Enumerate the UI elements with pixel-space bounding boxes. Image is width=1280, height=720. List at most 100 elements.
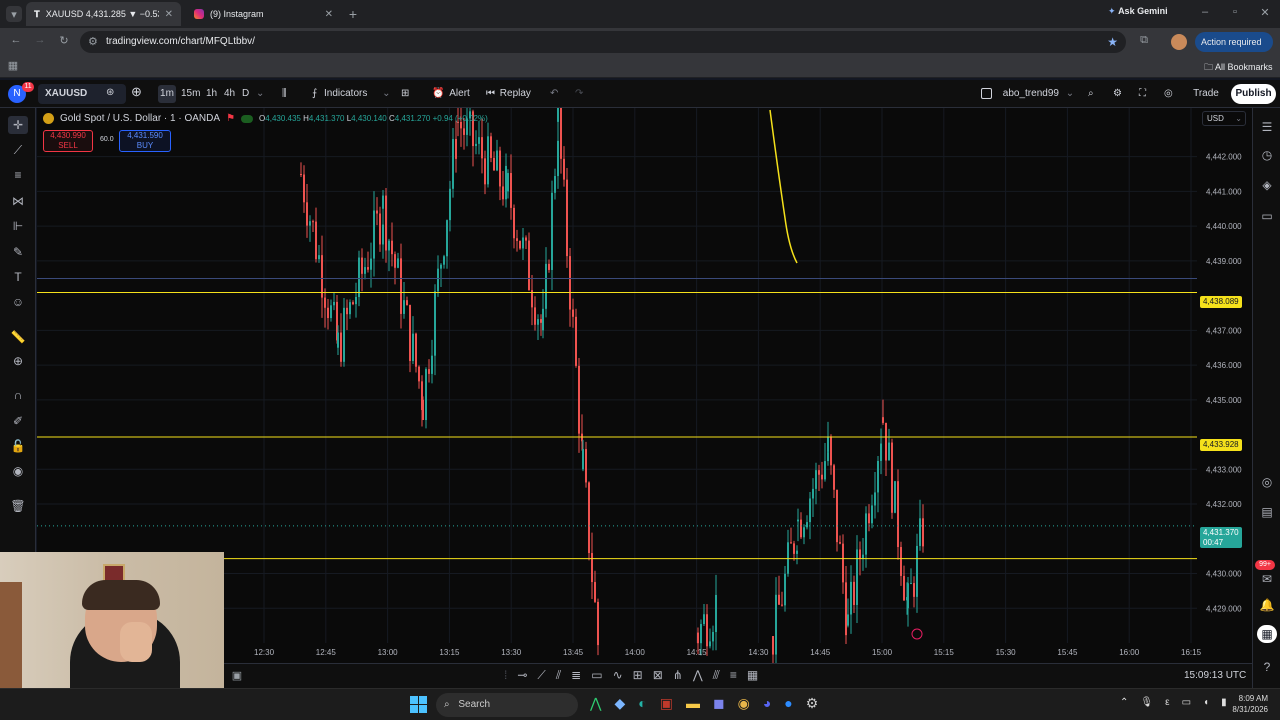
templates-icon[interactable]: ⊞ — [401, 86, 409, 102]
currency-selector[interactable]: USD ⌄ — [1202, 111, 1246, 126]
pitchfork-icon[interactable]: ≡ — [8, 166, 28, 184]
help-icon[interactable]: ? — [1257, 658, 1277, 676]
bell-icon[interactable]: 🔔 — [1257, 596, 1277, 614]
taskbar-search[interactable]: ⌕ Search — [436, 693, 578, 717]
quick-search-icon[interactable]: ⌕ — [1088, 86, 1094, 102]
zoom-icon[interactable]: ● — [784, 695, 792, 712]
watchlist-icon[interactable]: ⊛ — [106, 87, 114, 98]
tab-xauusd[interactable]: 𝐓 XAUUSD 4,431.285 ▼ −0.53% u ✕ — [26, 2, 181, 26]
grid-icon[interactable]: ▦ — [747, 668, 758, 683]
buy-button[interactable]: 4,431.590 BUY — [119, 130, 171, 152]
tab-menu-icon[interactable]: ▾ — [6, 6, 22, 22]
copilot-icon[interactable]: ◆ — [614, 695, 625, 712]
ask-gemini-button[interactable]: ✦ Ask Gemini — [1108, 6, 1168, 17]
lines-icon[interactable]: ≡ — [730, 668, 737, 683]
crosshair-icon[interactable]: ✛ — [8, 116, 28, 134]
eye-icon[interactable]: ◉ — [8, 462, 28, 480]
app-icon-red[interactable]: ▣ — [660, 695, 673, 712]
notifications-icon[interactable]: ✉ — [1257, 570, 1277, 588]
horizontal-ray-icon[interactable]: ⊸ — [517, 668, 527, 683]
target-icon[interactable]: ◎ — [1257, 473, 1277, 491]
rectangle-icon[interactable]: ▭ — [591, 668, 602, 683]
alert-button[interactable]: ⏰ Alert — [432, 86, 470, 102]
fullscreen-icon[interactable]: ⛶ — [1139, 86, 1146, 102]
brush-icon[interactable]: ✎ — [8, 243, 28, 261]
gann-box-icon[interactable]: ⊠ — [653, 668, 663, 683]
layout-menu[interactable]: abo_trend99 ⌄ — [981, 86, 1074, 102]
network-icon[interactable]: ▭ — [1182, 697, 1191, 708]
interval-15m[interactable]: 15m — [181, 86, 200, 102]
extensions-icon[interactable]: ⧉ — [1136, 34, 1152, 47]
pitchfork-icon[interactable]: ⋔ — [673, 668, 683, 683]
chevron-up-icon[interactable]: ⌃ — [1120, 697, 1128, 708]
all-bookmarks-button[interactable]: 🗀 All Bookmarks — [1204, 60, 1273, 76]
symbol-search[interactable]: XAUUSD ⊛ — [38, 84, 126, 104]
snapshot-camera-icon[interactable]: ◎ — [1164, 86, 1173, 102]
minimize-icon[interactable]: – — [1198, 6, 1212, 18]
new-tab-icon[interactable]: + — [346, 6, 360, 22]
interval-dropdown-icon[interactable]: ⌄ — [256, 86, 264, 102]
object-tree-icon[interactable]: ◈ — [1257, 176, 1277, 194]
edge-icon[interactable]: ◐ — [638, 695, 646, 712]
parallel-channel-icon[interactable]: ⫽ — [556, 668, 561, 683]
app-icon-gear[interactable]: ⚙ — [806, 695, 819, 712]
interval-d[interactable]: D — [242, 86, 249, 102]
close-window-icon[interactable]: ✕ — [1258, 6, 1272, 19]
long-position-icon[interactable]: ⊞ — [633, 668, 643, 683]
reload-icon[interactable]: ↻ — [56, 34, 72, 47]
close-tab-icon[interactable]: ✕ — [325, 9, 333, 20]
chrome-icon[interactable]: ◉ — [738, 695, 750, 712]
zoom-in-icon[interactable]: ⊕ — [8, 352, 28, 370]
xabcd-pattern-icon[interactable]: ⋈ — [8, 192, 28, 210]
replay-button[interactable]: ⏮ Replay — [486, 86, 531, 102]
interval-1m[interactable]: 1m — [158, 85, 176, 103]
watchlist-panel-icon[interactable]: ☰ — [1257, 118, 1277, 136]
trade-button[interactable]: Trade — [1188, 84, 1224, 104]
trend-line-icon[interactable]: ⟋ — [537, 668, 545, 683]
trash-icon[interactable]: 🗑 — [8, 497, 28, 515]
maximize-icon[interactable]: ▫ — [1228, 6, 1242, 18]
drag-handle-icon[interactable]: ⁞ — [504, 668, 507, 683]
file-explorer-icon[interactable]: ▬ — [686, 695, 700, 712]
apps-grid-icon[interactable]: ▦ — [6, 59, 20, 72]
indicators-button[interactable]: ⨍ Indicators ⌄ — [312, 86, 391, 102]
apps-grid-icon[interactable]: ▦ — [1257, 625, 1277, 643]
alerts-clock-icon[interactable]: ◷ — [1257, 146, 1277, 164]
interval-1h[interactable]: 1h — [206, 86, 217, 102]
forecast-icon[interactable]: ⊩ — [8, 217, 28, 235]
text-icon[interactable]: T — [8, 268, 28, 286]
bookmark-star-icon[interactable]: ★ — [1107, 31, 1118, 53]
site-info-icon[interactable]: ⚙ — [88, 31, 98, 53]
ruler-icon[interactable]: 📏 — [8, 328, 28, 346]
start-windows-icon[interactable] — [410, 696, 427, 713]
calendar-icon[interactable]: ▤ — [1257, 503, 1277, 521]
close-tab-icon[interactable]: ✕ — [165, 9, 173, 20]
flag-icon[interactable]: ⚑ — [226, 113, 235, 124]
trend-line-icon[interactable]: ⟋ — [8, 141, 28, 159]
language-icon[interactable]: ε — [1165, 697, 1169, 708]
discord-icon[interactable]: ◕ — [763, 695, 771, 712]
redo-icon[interactable]: ↷ — [575, 86, 583, 102]
chats-icon[interactable]: ▭ — [1257, 207, 1277, 225]
elliott-wave-icon[interactable]: ⋀ — [693, 668, 703, 683]
sell-button[interactable]: 4,430.990 SELL — [43, 130, 93, 152]
forward-icon[interactable]: → — [32, 34, 48, 46]
settings-gear-icon[interactable]: ⚙ — [1113, 86, 1122, 102]
lock-drawing-icon[interactable]: ✐ — [8, 412, 28, 430]
interval-4h[interactable]: 4h — [224, 86, 235, 102]
symbol-title[interactable]: Gold Spot / U.S. Dollar · 1 · OANDA — [60, 113, 220, 124]
lock-icon[interactable]: 🔓 — [8, 437, 28, 455]
chart-type-icon[interactable]: ⫼ — [282, 86, 287, 102]
publish-button[interactable]: Publish — [1231, 84, 1276, 104]
app-icon-1[interactable]: ⋀ — [590, 695, 601, 712]
path-icon[interactable]: ∿ — [613, 668, 623, 683]
magnet-icon[interactable]: ∩ — [8, 386, 28, 404]
date-range-icon[interactable]: ▣ — [230, 669, 244, 682]
profile-avatar[interactable] — [1171, 34, 1187, 50]
tab-instagram[interactable]: (9) Instagram ✕ — [186, 2, 341, 26]
compare-symbol-icon[interactable]: ⊕ — [131, 84, 142, 100]
taskbar-clock[interactable]: 8:09 AM 8/31/2026 — [1226, 693, 1268, 715]
emoji-icon[interactable]: ☺ — [8, 293, 28, 311]
teams-icon[interactable]: ◼ — [713, 695, 725, 712]
url-field[interactable]: ⚙ tradingview.com/chart/MFQLtbbv/ ★ — [80, 31, 1126, 53]
